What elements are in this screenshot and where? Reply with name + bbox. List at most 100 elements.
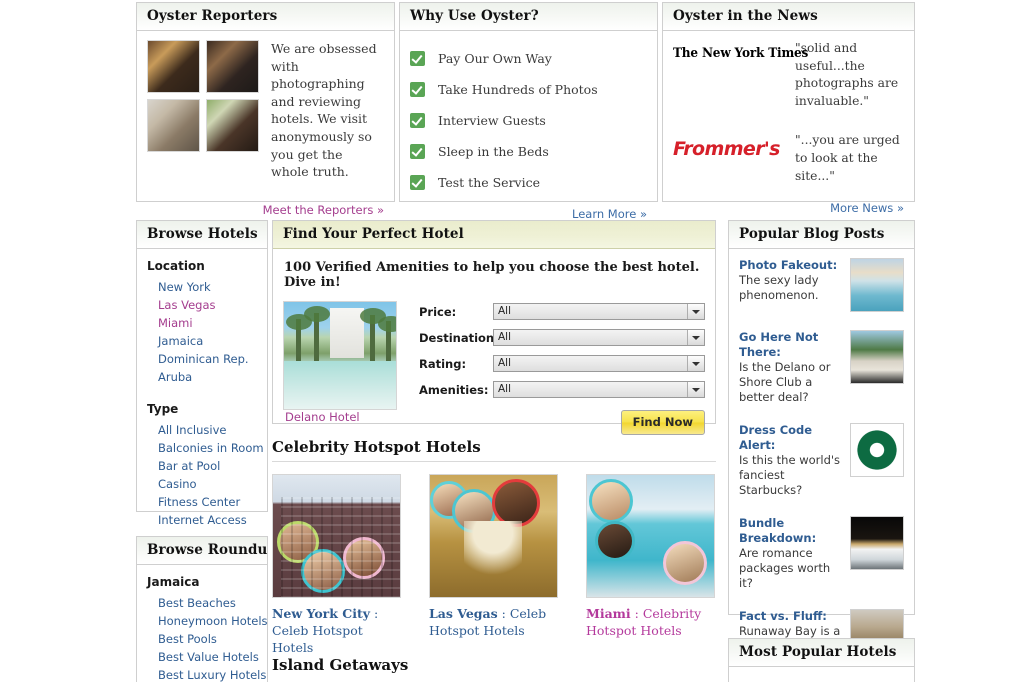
news-quote: "...you are urged to look at the site...… [795,133,900,183]
sidebar-link-miami[interactable]: Miami [147,314,257,332]
sidebar-link-honeymoon-hotels[interactable]: Honeymoon Hotels [147,612,268,630]
panel-body-why-use-oyster: Pay Our Own Way Take Hundreds of Photos … [400,31,657,231]
chevron-down-icon[interactable] [687,356,704,371]
panel-body-oyster-reporters: We are obsessed with photographing and r… [137,31,394,227]
blog-thumbnail-photo-fakeout[interactable] [850,258,904,312]
label-rating: Rating: [419,356,467,371]
celebrity-bubble [595,521,635,561]
blog-text: Go Here Not There: Is the Delano or Shor… [739,330,850,405]
price-select-value: All [498,305,512,317]
form-row-rating: Rating: All [419,355,705,372]
sidebar-link-balconies-in-room[interactable]: Balconies in Room [147,439,264,457]
panel-find-your-perfect-hotel: Find Your Perfect Hotel 100 Verified Ame… [272,220,716,435]
why-use-list: Pay Our Own Way Take Hundreds of Photos … [410,43,647,198]
list-item: Take Hundreds of Photos [410,74,647,105]
chevron-down-icon[interactable] [687,304,704,319]
blog-post-title-go-here-not-there[interactable]: Go Here Not There: [739,330,842,360]
form-row-amenities: Amenities: All [419,381,705,398]
reporters-row: We are obsessed with photographing and r… [147,40,384,181]
blog-text: Bundle Breakdown: Are romance packages w… [739,516,850,591]
find-hotel-form: Price: All Destination: All Rating: All … [397,301,705,435]
sidebar-link-aruba[interactable]: Aruba [147,368,257,386]
celebrity-place-las-vegas[interactable]: Las Vegas [429,606,498,621]
destination-select[interactable]: All [493,329,705,346]
celebrity-place-new-york-city[interactable]: New York City [272,606,370,621]
sidebar-link-best-value-hotels[interactable]: Best Value Hotels [147,648,259,666]
list-item[interactable]: Bundle Breakdown: Are romance packages w… [739,516,904,591]
celebrity-photo-miami[interactable] [586,474,715,598]
page-root: Oyster Reporters We are obsessed with ph… [0,0,1024,682]
delano-hotel-link[interactable]: Delano Hotel [283,410,360,424]
sidebar-link-new-york[interactable]: New York [147,278,257,296]
sidebar-link-casino[interactable]: Casino [147,475,257,493]
celebrity-bubble [343,537,385,579]
sidebar-link-jamaica[interactable]: Jamaica [147,332,257,350]
list-item: Interview Guests [410,105,647,136]
panel-title-why-use-oyster: Why Use Oyster? [400,3,657,31]
reporter-avatar-1 [147,40,200,93]
reporters-description: We are obsessed with photographing and r… [271,41,377,180]
celebrity-bubble [492,479,540,527]
sidebar-link-dominican-rep[interactable]: Dominican Rep. [147,350,257,368]
learn-more-link[interactable]: Learn More » [410,207,647,221]
celebrity-bubble [663,541,707,585]
amenities-select[interactable]: All [493,381,705,398]
celebrity-place-miami[interactable]: Miami [586,606,631,621]
more-news-link[interactable]: More News » [673,201,904,215]
label-amenities: Amenities: [419,382,489,397]
celebrity-caption-miami[interactable]: Miami : Celebrity Hotspot Hotels [586,605,715,639]
panel-title-oyster-reporters: Oyster Reporters [137,3,394,31]
starbucks-logo-icon[interactable] [850,423,904,477]
sidebar-link-best-pools[interactable]: Best Pools [147,630,257,648]
find-now-button[interactable]: Find Now [620,410,705,435]
celebrity-card-new-york-city[interactable]: New York City : Celeb Hotspot Hotels [272,474,401,656]
list-item: Pay Our Own Way [410,43,647,74]
celebrity-bubble [589,479,633,523]
why-use-label: Test the Service [438,175,541,190]
why-use-label: Sleep in the Beds [438,144,549,159]
panel-body-browse-roundups: Jamaica Best Beaches Honeymoon Hotels Be… [137,565,268,682]
list-item[interactable]: Go Here Not There: Is the Delano or Shor… [739,330,904,405]
nyt-logo: The New York Times [673,40,808,61]
sidebar-link-las-vegas[interactable]: Las Vegas [147,296,257,314]
celebrity-card-miami[interactable]: Miami : Celebrity Hotspot Hotels [586,474,715,656]
chevron-down-icon[interactable] [687,382,704,397]
sidebar-link-best-luxury-hotels[interactable]: Best Luxury Hotels [147,666,266,682]
celebrity-photo-las-vegas[interactable] [429,474,558,598]
blog-thumbnail-bundle-breakdown[interactable] [850,516,904,570]
chevron-down-icon[interactable] [687,330,704,345]
panel-title-oyster-in-the-news: Oyster in the News [663,3,914,31]
blog-post-title-dress-code-alert[interactable]: Dress Code Alert: [739,423,842,453]
list-item[interactable]: Photo Fakeout: The sexy lady phenomenon. [739,258,904,312]
destination-select-value: All [498,331,512,343]
blog-thumbnail-go-here-not-there[interactable] [850,330,904,384]
meet-the-reporters-link[interactable]: Meet the Reporters » [147,203,384,217]
sidebar-link-best-beaches[interactable]: Best Beaches [147,594,257,612]
check-icon [410,144,425,159]
celebrity-card-las-vegas[interactable]: Las Vegas : Celeb Hotspot Hotels [429,474,558,656]
sidebar-link-all-inclusive[interactable]: All Inclusive [147,421,257,439]
panel-title-browse-roundups: Browse Roundups [137,537,267,565]
find-button-row: Find Now [419,410,705,435]
section-celebrity-hotspot-hotels: Celebrity Hotspot Hotels New York City :… [272,438,716,656]
news-item: The New York Times "solid and useful...t… [673,40,904,110]
blog-post-title-photo-fakeout[interactable]: Photo Fakeout: [739,258,842,273]
celebrity-photo-new-york-city[interactable] [272,474,401,598]
sidebar-link-internet-access[interactable]: Internet Access [147,511,257,529]
blog-post-title-fact-vs-fluff[interactable]: Fact vs. Fluff: [739,609,842,624]
panel-browse-roundups: Browse Roundups Jamaica Best Beaches Hon… [136,536,268,682]
delano-hotel-photo[interactable] [283,301,397,410]
panel-body-oyster-in-the-news: The New York Times "solid and useful...t… [663,31,914,225]
panel-title-most-popular-hotels: Most Popular Hotels [729,639,914,667]
blog-post-title-bundle-breakdown[interactable]: Bundle Breakdown: [739,516,842,546]
celebrity-caption-new-york-city[interactable]: New York City : Celeb Hotspot Hotels [272,605,401,656]
celebrity-bubble [452,489,496,533]
sidebar-link-fitness-center[interactable]: Fitness Center [147,493,257,511]
list-item[interactable]: Dress Code Alert: Is this the world's fa… [739,423,904,498]
rating-select[interactable]: All [493,355,705,372]
celebrity-caption-las-vegas[interactable]: Las Vegas : Celeb Hotspot Hotels [429,605,558,639]
check-icon [410,51,425,66]
price-select[interactable]: All [493,303,705,320]
section-title-island-getaways: Island Getaways [272,656,409,674]
sidebar-link-bar-at-pool[interactable]: Bar at Pool [147,457,257,475]
